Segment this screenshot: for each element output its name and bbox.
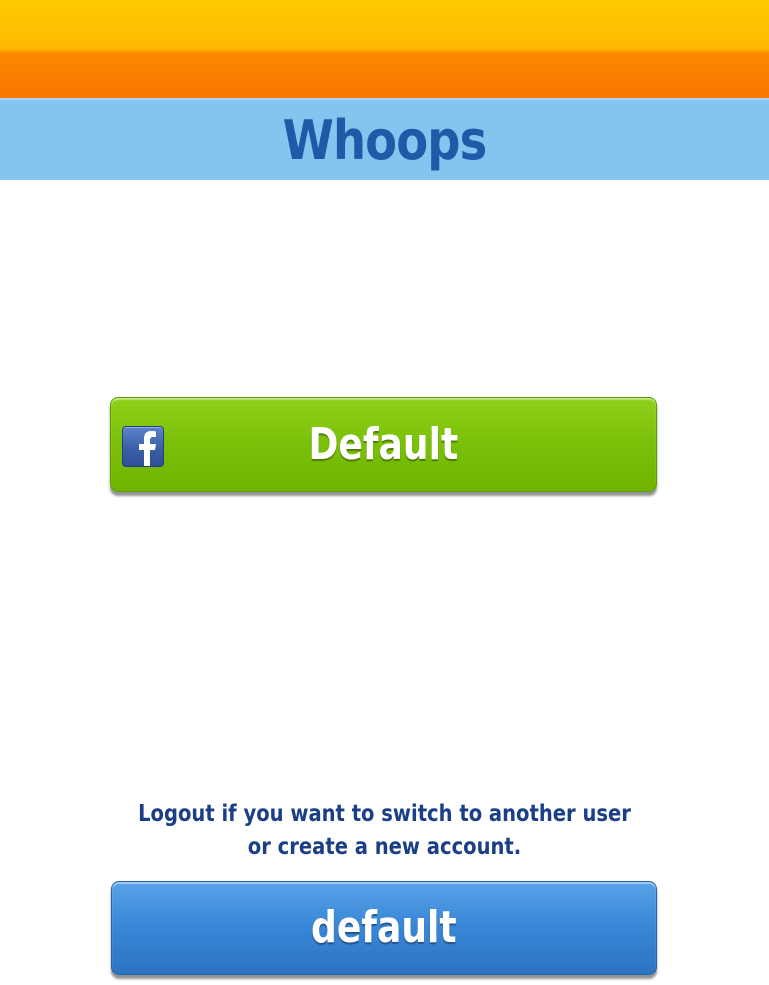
title-bar: Whoops	[0, 98, 769, 180]
top-bar	[0, 0, 769, 98]
logout-message: Logout if you want to switch to another …	[0, 798, 769, 864]
logout-message-line-2: or create a new account.	[247, 834, 522, 860]
facebook-icon	[122, 426, 164, 467]
page-title: Whoops	[282, 109, 488, 172]
logout-button-label: default	[311, 902, 457, 953]
facebook-login-label: Default	[308, 418, 459, 470]
logout-message-line-1: Logout if you want to switch to another …	[138, 801, 631, 827]
facebook-login-button[interactable]: Default	[110, 397, 657, 492]
logout-button[interactable]: default	[111, 881, 657, 975]
